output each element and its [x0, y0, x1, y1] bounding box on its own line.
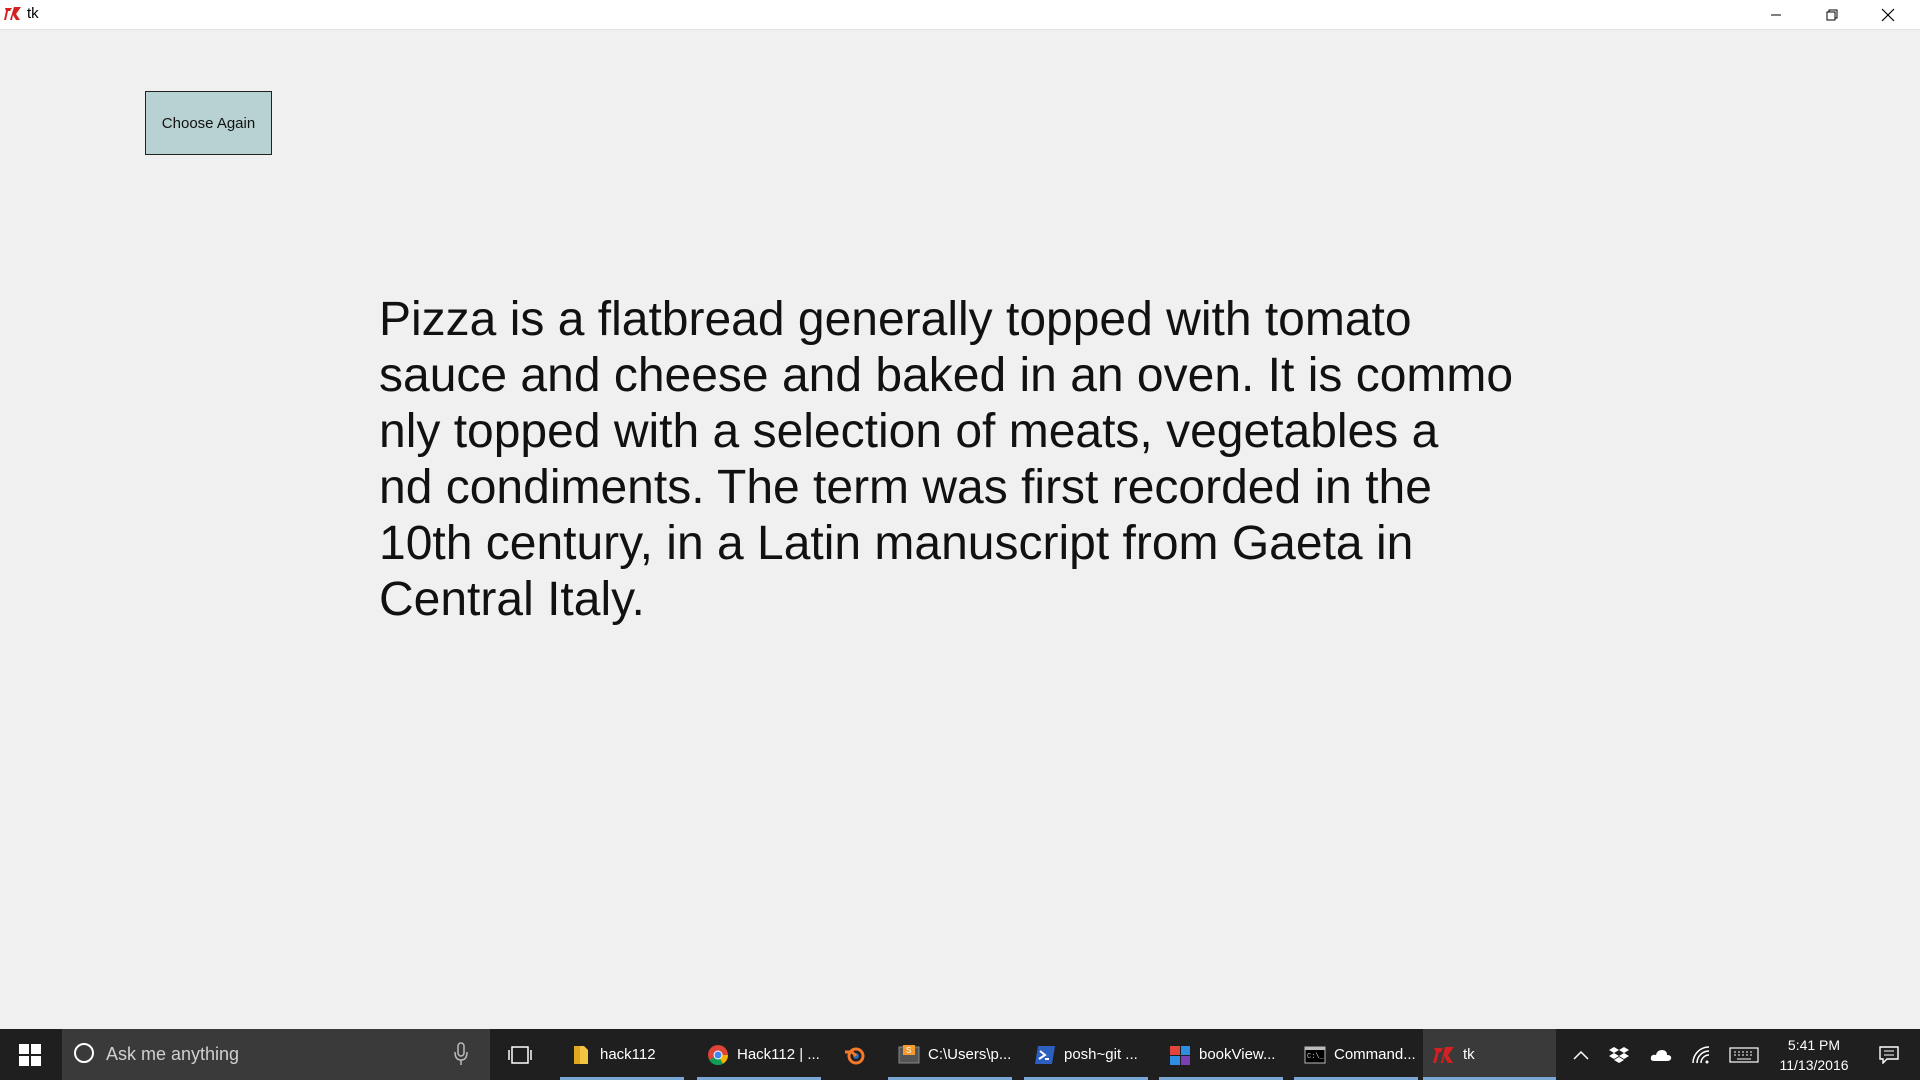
- taskbar-app-command-prompt[interactable]: C:\_ Command...: [1294, 1029, 1418, 1080]
- keyboard-icon: [1729, 1046, 1759, 1063]
- taskbar-app-sublime[interactable]: S C:\Users\p...: [888, 1029, 1012, 1080]
- restore-icon: [1826, 9, 1838, 21]
- task-view-button[interactable]: [500, 1029, 540, 1080]
- svg-text:C:\_: C:\_: [1307, 1053, 1325, 1061]
- minimize-icon: [1771, 14, 1781, 16]
- description-line: sauce and cheese and baked in an oven. I…: [379, 349, 1514, 402]
- cortana-icon: [74, 1043, 94, 1063]
- chevron-up-icon: [1573, 1050, 1589, 1060]
- taskbar-app-bookview[interactable]: bookView...: [1159, 1029, 1283, 1080]
- clock-time: 5:41 PM: [1787, 1037, 1841, 1053]
- sublime-icon: S: [898, 1044, 920, 1063]
- window-title: tk: [27, 5, 39, 22]
- network-tray-button[interactable]: [1686, 1029, 1716, 1080]
- keyboard-tray-button[interactable]: [1726, 1029, 1762, 1080]
- dropbox-icon: [1609, 1046, 1629, 1063]
- taskbar-app-chrome[interactable]: Hack112 | ...: [697, 1029, 821, 1080]
- description-line: Central Italy.: [379, 573, 645, 626]
- minimize-button[interactable]: [1748, 0, 1804, 30]
- close-icon: [1881, 8, 1895, 22]
- clock[interactable]: 5:41 PM 11/13/2016: [1764, 1035, 1864, 1075]
- description-text: Pizza is a flatbread generally topped wi…: [379, 292, 1579, 628]
- taskbar: Ask me anything hack112 Hack112 | ... S …: [0, 1029, 1920, 1080]
- window-titlebar: tk: [0, 0, 1920, 30]
- description-line: 10th century, in a Latin manuscript from…: [379, 517, 1414, 570]
- close-button[interactable]: [1860, 0, 1916, 30]
- task-view-icon: [508, 1045, 532, 1064]
- taskbar-app-label: tk: [1463, 1046, 1475, 1063]
- description-line: nly topped with a selection of meats, ve…: [379, 405, 1439, 458]
- taskbar-app-label: bookView...: [1199, 1046, 1276, 1063]
- notification-icon: [1879, 1045, 1899, 1064]
- choose-again-button[interactable]: Choose Again: [145, 91, 272, 155]
- taskbar-app-powershell[interactable]: posh~git ...: [1024, 1029, 1148, 1080]
- folder-icon: [574, 1045, 588, 1064]
- search-placeholder: Ask me anything: [106, 1044, 240, 1064]
- taskbar-app-label: C:\Users\p...: [928, 1046, 1012, 1063]
- onedrive-tray-button[interactable]: [1644, 1029, 1678, 1080]
- cloud-icon: [1650, 1049, 1672, 1061]
- taskbar-app-hack112-folder[interactable]: hack112: [560, 1029, 684, 1080]
- powershell-icon: [1035, 1045, 1055, 1064]
- taskbar-app-blender[interactable]: [834, 1029, 874, 1080]
- restore-button[interactable]: [1804, 0, 1860, 30]
- taskbar-app-tk[interactable]: tk: [1423, 1029, 1556, 1080]
- description-line: Pizza is a flatbread generally topped wi…: [379, 293, 1412, 346]
- show-hidden-icons-button[interactable]: [1566, 1029, 1596, 1080]
- dropbox-tray-button[interactable]: [1604, 1029, 1634, 1080]
- taskbar-app-label: posh~git ...: [1064, 1046, 1138, 1063]
- description-line: nd condiments. The term was first record…: [379, 461, 1432, 514]
- cortana-search-box[interactable]: Ask me anything: [62, 1029, 490, 1080]
- taskbar-app-label: Hack112 | ...: [737, 1046, 820, 1063]
- blender-icon: [845, 1047, 865, 1064]
- tk-icon: [1433, 1046, 1454, 1063]
- app-canvas: Choose Again Pizza is a flatbread genera…: [0, 30, 1920, 1029]
- app-icon: [1170, 1045, 1190, 1065]
- microphone-icon[interactable]: [454, 1042, 468, 1066]
- svg-text:S: S: [906, 1046, 911, 1055]
- tk-feather-icon: [4, 7, 21, 20]
- wifi-icon: [1692, 1045, 1710, 1063]
- taskbar-app-label: hack112: [600, 1046, 656, 1063]
- action-center-button[interactable]: [1866, 1029, 1912, 1080]
- clock-date: 11/13/2016: [1779, 1057, 1849, 1073]
- start-button[interactable]: [0, 1029, 60, 1080]
- taskbar-app-label: Command...: [1334, 1046, 1416, 1063]
- windows-logo-icon: [19, 1043, 41, 1066]
- cmd-icon: C:\_: [1304, 1046, 1326, 1063]
- chrome-icon: [708, 1044, 729, 1065]
